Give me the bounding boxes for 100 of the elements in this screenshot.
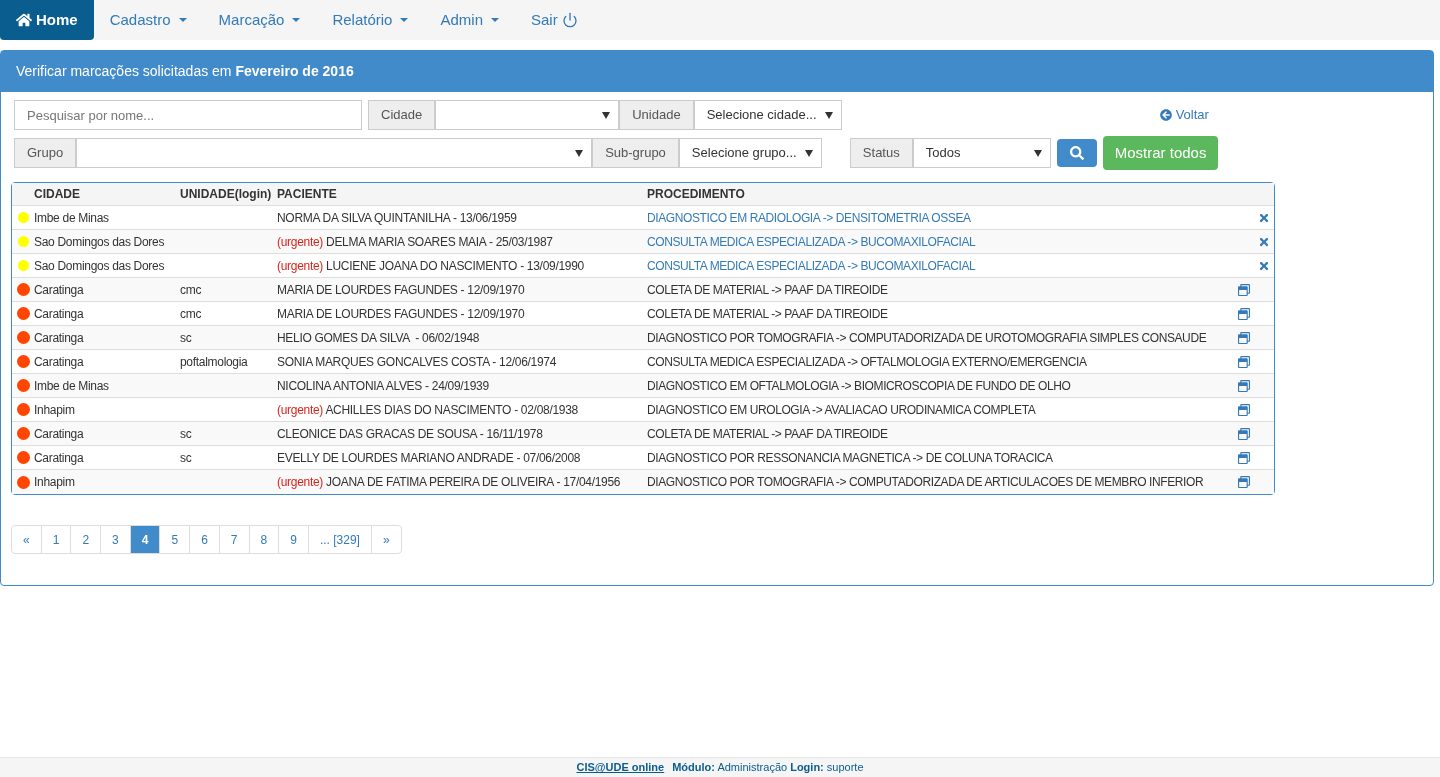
table-cell-text: DIAGNOSTICO EM UROLOGIA -> AVALIACAO URODINAMICA COMPLETA [647,401,1036,419]
table-cell: NORMA DA SILVA QUINTANILHA - 13/06/1959 [277,210,517,225]
delete-icon[interactable] [1258,259,1270,272]
field-label: Unidade [619,100,694,130]
select-field[interactable] [435,100,620,130]
window-icon[interactable] [1238,451,1250,464]
table-cell-text: COLETA DE MATERIAL -> PAAF DA TIREOIDE [647,281,888,299]
table-cell: (urgente) LUCIENE JOANA DO NASCIMENTO - 13/09/1990 [277,258,584,273]
procedure-link[interactable]: CONSULTA MEDICA ESPECIALIZADA -> BUCOMAXILOFACIAL [647,232,976,251]
table-cell: EVELLY DE LOURDES MARIANO ANDRADE - 07/06/2008 [277,450,581,465]
select-field[interactable]: Selecione grupo... [678,138,822,168]
table-cell-text: DIAGNOSTICO POR TOMOGRAFIA -> COMPUTADORIZADA DE UROTOMOGRAFIA SIMPLES CONSAUDE [647,329,1207,347]
table-cell-text: Imbe de Minas [34,209,110,227]
table-cell: (urgente) DELMA MARIA SOARES MAIA - 25/03/1987 [277,234,553,249]
table-cell-text: Inhapim [34,401,76,419]
procedure-link[interactable]: DIAGNOSTICO EM RADIOLOGIA -> DENSITOMETRIA OSSEA [647,208,971,227]
field-label: Status [849,138,913,168]
caret-icon [491,18,499,22]
delete-icon[interactable] [1258,235,1270,248]
dropdown-arrow-icon [602,111,611,119]
procedure-link[interactable]: CONSULTA MEDICA ESPECIALIZADA -> BUCOMAXILOFACIAL [647,256,976,275]
table-cell: cmc [180,306,202,321]
table-cell: HELIO GOMES DA SILVA - 06/02/1948 [277,330,480,345]
table-cell-text: COLETA DE MATERIAL -> PAAF DA TIREOIDE [647,305,888,323]
table-cell-text: Caratinga [34,449,85,467]
table-cell-text: Inhapim [34,474,76,491]
page-link[interactable]: « [11,525,42,554]
dropdown-arrow-icon [824,111,833,119]
search-button[interactable] [1056,139,1097,167]
window-icon[interactable] [1238,331,1250,344]
table-cell-text: DIAGNOSTICO EM OFTALMOLOGIA -> BIOMICROSCOPIA DE FUNDO DE OLHO [647,377,1071,395]
caret-icon [292,18,301,22]
table-cell-text: CONSULTA MEDICA ESPECIALIZADA -> OFTALMOLOGIA EXTERNO/EMERGENCIA [647,353,1087,371]
dropdown-arrow-icon [575,149,584,157]
window-icon[interactable] [1238,379,1250,392]
table-cell: sc [180,450,192,465]
search-field[interactable]: Pesquisar por nome... [14,100,362,130]
show-all-button[interactable]: Mostrar todos [1102,136,1219,170]
table-cell: (urgente) ACHILLES DIAS DO NASCIMENTO - 02/08/1938 [277,402,578,417]
table-cell: NICOLINA ANTONIA ALVES - 24/09/1939 [277,378,489,393]
window-icon[interactable] [1238,355,1250,368]
back-arrow-icon [1159,109,1172,121]
column-header: PACIENTE [277,186,338,203]
power-icon [561,12,578,28]
table-cell-text: Caratinga [34,281,85,299]
page-link[interactable]: 7 [218,525,250,554]
table-cell: MARIA DE LOURDES FAGUNDES - 12/09/1970 [277,306,525,321]
dropdown-arrow-icon [804,149,813,157]
nav-item[interactable]: Home [0,0,94,40]
table-cell-text: Caratinga [34,425,85,443]
window-icon[interactable] [1238,403,1250,416]
field-label: Grupo [14,138,77,168]
table-cell-text: Caratinga [34,305,85,323]
nav-item[interactable]: Sair [515,0,594,40]
nav-item[interactable]: Cadastro [93,0,203,40]
table-cell-text: DIAGNOSTICO POR TOMOGRAFIA -> COMPUTADORIZADA DE ARTICULACOES DE MEMBRO INFERIOR [647,474,1204,491]
table-cell: poftalmologia [180,354,248,369]
page-link[interactable]: » [370,525,402,554]
footer-text: Módulo: Administração Login: suporte [672,760,864,776]
column-header: UNIDADE(login) [180,186,273,203]
caret-icon [178,18,187,22]
field-label: Sub-grupo [592,138,679,168]
table-cell-text: Sao Domingos das Dores [34,233,166,251]
select-field[interactable] [76,138,593,168]
table-cell: sc [180,330,192,345]
page-link[interactable]: ... [329] [307,525,372,554]
field-label: Cidade [368,100,436,130]
page-link[interactable]: 3 [100,525,131,554]
table-cell-text: Caratinga [34,329,85,347]
table-cell-text: Caratinga [34,353,85,371]
search-icon [1069,146,1084,160]
window-icon[interactable] [1238,283,1250,296]
table-cell-text: Sao Domingos das Dores [34,257,166,275]
delete-icon[interactable] [1258,211,1270,224]
table-cell: cmc [180,282,202,297]
column-header: PROCEDIMENTO [647,186,745,203]
dropdown-arrow-icon [1033,149,1042,157]
window-icon[interactable] [1238,476,1250,488]
select-field[interactable]: Todos [912,138,1051,168]
table-cell-text: DIAGNOSTICO POR RESSONANCIA MAGNETICA -> DE COLUNA TORACICA [647,449,1053,467]
column-header: CIDADE [34,186,81,203]
window-icon[interactable] [1238,307,1250,320]
window-icon[interactable] [1238,427,1250,440]
nav-item[interactable]: Relatório [316,0,425,40]
select-field[interactable]: Selecione cidade... [693,100,842,130]
page-link[interactable]: 5 [159,525,191,554]
page-link[interactable]: 9 [278,525,309,554]
table-cell: SONIA MARQUES GONCALVES COSTA - 12/06/1974 [277,354,557,369]
table-cell-text: COLETA DE MATERIAL -> PAAF DA TIREOIDE [647,425,888,443]
panel-title: Verificar marcações solicitadas em Fevereiro de 2016 [16,62,354,81]
back-link[interactable]: Voltar [1159,105,1209,125]
table-cell: MARIA DE LOURDES FAGUNDES - 12/09/1970 [277,282,525,297]
footer-link[interactable]: CIS@UDE online [576,759,665,776]
table-cell: sc [180,426,192,441]
nav-item[interactable]: Marcação [202,0,317,40]
home-icon [16,12,32,28]
nav-item[interactable]: Admin [424,0,515,40]
table-cell: (urgente) JOANA DE FATIMA PEREIRA DE OLIVEIRA - 17/04/1956 [277,475,621,489]
page-link[interactable]: 6 [189,525,220,554]
page-link[interactable]: 2 [70,525,102,554]
